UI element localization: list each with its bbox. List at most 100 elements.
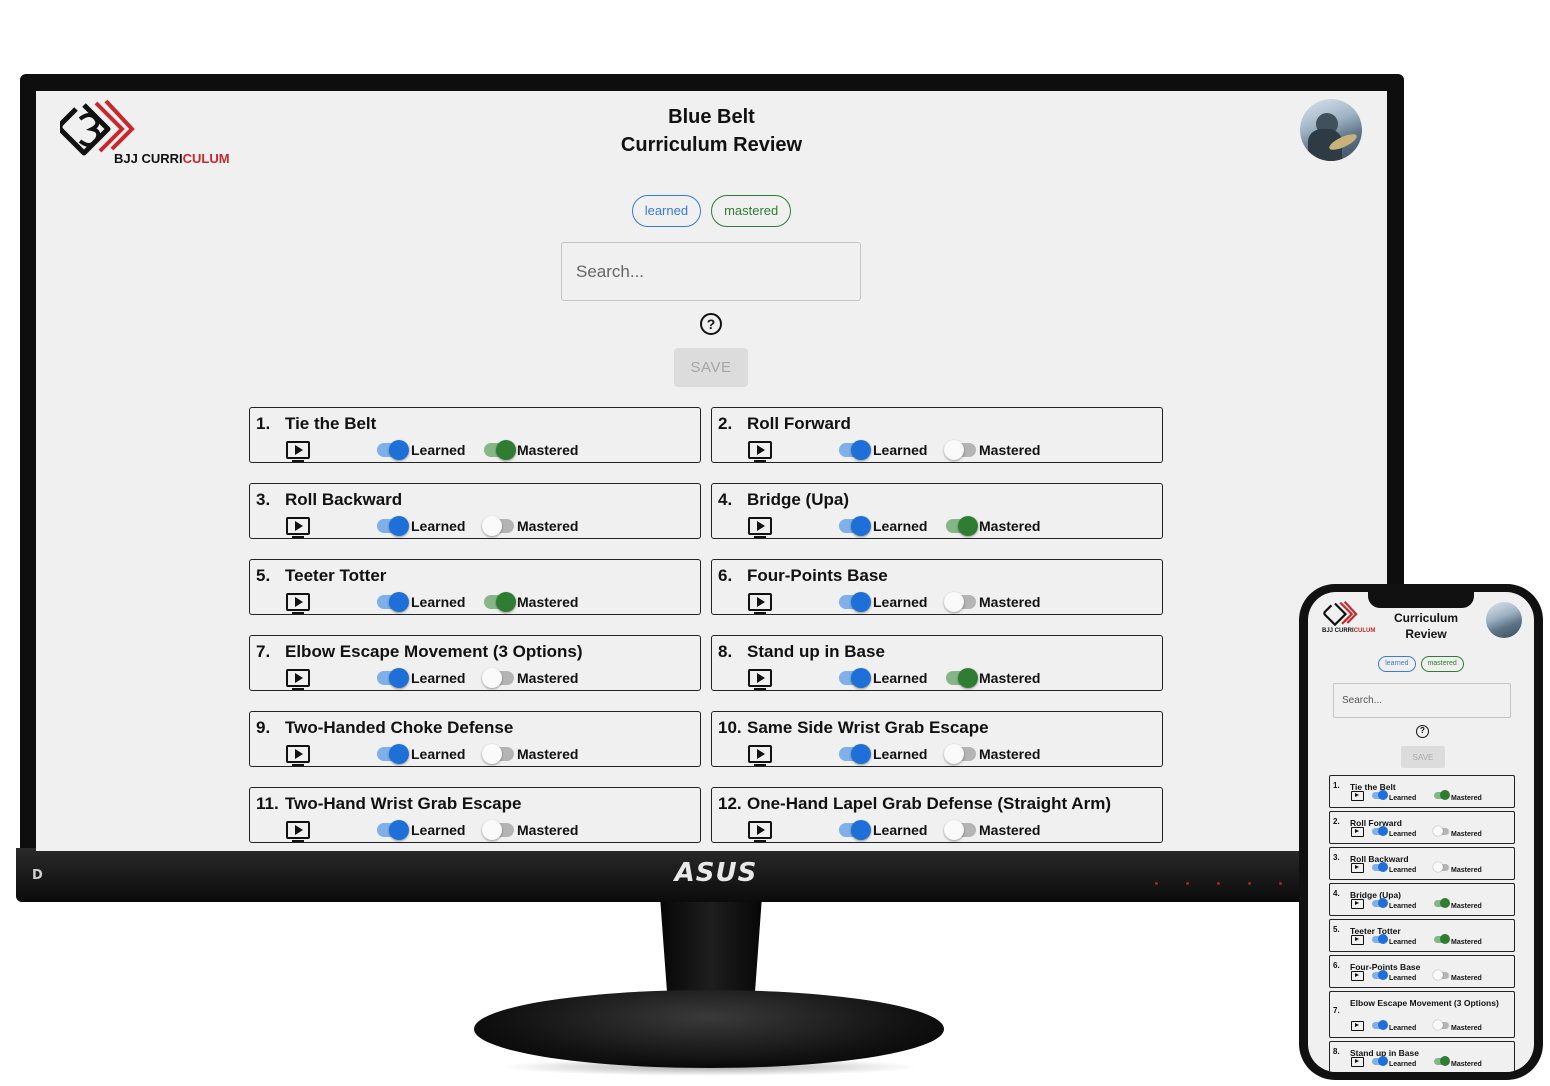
mastered-toggle[interactable] [1433,970,1449,980]
filter-chips: learned mastered [36,195,1387,227]
save-button[interactable]: SAVE [1401,746,1445,768]
learned-toggle[interactable] [377,440,409,460]
technique-card: 12. One-Hand Lapel Grab Defense (Straight… [711,787,1163,843]
search-input[interactable] [1333,683,1511,718]
help-icon[interactable]: ? [700,313,722,335]
mastered-label: Mastered [1451,831,1482,838]
learned-toggle[interactable] [839,820,871,840]
video-play-icon[interactable] [748,821,772,842]
mastered-label: Mastered [1451,867,1482,874]
mastered-toggle[interactable] [482,744,514,764]
video-play-icon[interactable] [1351,971,1364,981]
learned-label: Learned [1389,831,1417,838]
learned-toggle[interactable] [377,820,409,840]
learned-toggle[interactable] [1372,898,1388,908]
mastered-label: Mastered [517,746,579,762]
mastered-toggle[interactable] [1433,862,1449,872]
technique-card: 7. Elbow Escape Movement (3 Options) Learn… [249,635,701,691]
mastered-toggle[interactable] [1434,898,1450,908]
video-play-icon[interactable] [1351,899,1364,909]
filter-mastered-chip[interactable]: mastered [711,195,792,227]
learned-toggle[interactable] [839,668,871,688]
mastered-label: Mastered [979,518,1041,534]
mastered-toggle[interactable] [944,744,976,764]
learned-toggle[interactable] [1372,790,1388,800]
learned-label: Learned [411,670,466,686]
video-play-icon[interactable] [748,593,772,614]
video-play-icon[interactable] [286,517,310,538]
technique-number: 5. [1333,925,1340,934]
bjj-logo-icon[interactable] [1322,600,1362,630]
technique-number: 3. [256,490,271,509]
video-play-icon[interactable] [286,821,310,842]
mastered-toggle[interactable] [482,516,514,536]
mastered-toggle[interactable] [1434,1056,1450,1066]
learned-toggle[interactable] [377,516,409,536]
learned-toggle[interactable] [1372,934,1388,944]
mastered-toggle[interactable] [1433,826,1449,836]
learned-toggle[interactable] [377,668,409,688]
learned-toggle[interactable] [1372,862,1388,872]
technique-number: 1. [1333,781,1340,790]
help-icon[interactable]: ? [1416,725,1429,738]
mastered-toggle[interactable] [482,820,514,840]
monitor-buttons [1155,882,1282,885]
learned-label: Learned [411,442,466,458]
mastered-label: Mastered [517,442,579,458]
video-play-icon[interactable] [1351,791,1364,801]
video-play-icon[interactable] [1351,1057,1364,1067]
mastered-toggle[interactable] [944,440,976,460]
mastered-toggle[interactable] [1434,934,1450,944]
technique-title: Two-Hand Wrist Grab Escape [285,794,522,813]
search-input[interactable] [561,242,861,301]
mastered-toggle[interactable] [484,440,516,460]
video-play-icon[interactable] [1351,863,1364,873]
video-play-icon[interactable] [748,745,772,766]
video-play-icon[interactable] [286,745,310,766]
filter-learned-chip[interactable]: learned [631,195,702,227]
learned-toggle[interactable] [839,592,871,612]
learned-toggle[interactable] [1372,826,1388,836]
mastered-label: Mastered [979,670,1041,686]
mastered-toggle[interactable] [484,592,516,612]
mobile-technique-card: 1. Tie the Belt Learned Mastered [1329,775,1515,808]
filter-learned-chip[interactable]: learned [1378,656,1416,672]
mastered-toggle[interactable] [1434,790,1450,800]
learned-label: Learned [873,518,928,534]
video-play-icon[interactable] [1351,1021,1364,1031]
learned-toggle[interactable] [1372,1056,1388,1066]
filter-mastered-chip[interactable]: mastered [1420,656,1464,672]
video-play-icon[interactable] [748,517,772,538]
learned-toggle[interactable] [839,744,871,764]
video-play-icon[interactable] [286,441,310,462]
learned-toggle[interactable] [1372,1020,1388,1030]
video-play-icon[interactable] [286,669,310,690]
video-play-icon[interactable] [748,441,772,462]
mastered-toggle[interactable] [946,668,978,688]
video-play-icon[interactable] [1351,827,1364,837]
mastered-toggle[interactable] [944,820,976,840]
save-button[interactable]: SAVE [674,348,748,387]
learned-toggle[interactable] [377,592,409,612]
learned-label: Learned [873,594,928,610]
video-play-icon[interactable] [748,669,772,690]
mastered-toggle[interactable] [944,592,976,612]
user-avatar[interactable] [1300,99,1362,161]
technique-card: 3. Roll Backward Learned Mastered [249,483,701,539]
video-play-icon[interactable] [1351,935,1364,945]
mastered-toggle[interactable] [946,516,978,536]
technique-title: Elbow Escape Movement (3 Options) [1350,998,1499,1008]
page-title-line1: Blue Belt [668,106,755,128]
mastered-toggle[interactable] [1433,1020,1449,1030]
learned-toggle[interactable] [839,516,871,536]
learned-toggle[interactable] [839,440,871,460]
learned-toggle[interactable] [377,744,409,764]
technique-number: 6. [718,566,733,585]
learned-toggle[interactable] [1372,970,1388,980]
learned-label: Learned [1389,795,1417,802]
mastered-toggle[interactable] [482,668,514,688]
technique-title: Teeter Totter [285,566,387,585]
user-avatar[interactable] [1486,602,1522,638]
video-play-icon[interactable] [286,593,310,614]
technique-title: Same Side Wrist Grab Escape [747,718,989,737]
